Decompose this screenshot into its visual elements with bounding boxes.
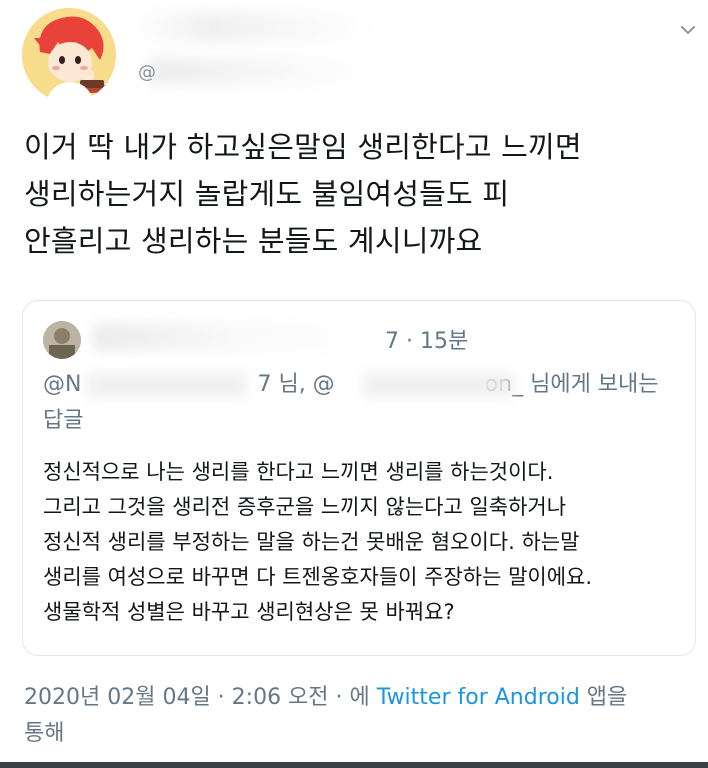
quoted-body-line: 정신적으로 나는 생리를 한다고 느끼면 생리를 하는것이다. (43, 460, 554, 484)
quoted-name-redacted (93, 323, 373, 351)
quoted-body: 정신적으로 나는 생리를 한다고 느끼면 생리를 하는것이다. 그리고 그것을 … (43, 455, 683, 630)
tweet-text-line: 안흘리고 생리하는 분들도 계시니까요 (24, 224, 483, 258)
reply-prefix: @N (43, 372, 82, 397)
avatar[interactable] (22, 8, 116, 102)
meta-line-1: 2020년 02월 04일 · 2:06 오전 · 에 Twitter for … (24, 680, 694, 716)
quoted-tweet[interactable]: 7 · 15분 @N 7 님, @ on_ 님에게 보내는 답글 정신적으로 나는 … (22, 300, 696, 656)
tweet: @ 이거 딱 내가 하고싶은말임 생리한다고 느끼면 생리하는거지 놀랍게도 불… (0, 0, 708, 768)
reply-mid: 7 님, @ (257, 372, 335, 397)
tweet-date: 2020년 02월 04일 · 2:06 오전 · 에 (24, 685, 377, 710)
quoted-avatar (43, 321, 81, 359)
quoted-timestamp: 7 · 15분 (385, 329, 469, 354)
quoted-body-line: 생리를 여성으로 바꾸면 다 트젠옹호자들이 주장하는 말이에요. (43, 565, 593, 589)
reply-handle-redacted (87, 373, 247, 397)
chevron-down-icon[interactable] (678, 20, 698, 40)
quoted-body-line: 정신적 생리를 부정하는 말을 하는건 못배운 혐오이다. 하는말 (43, 530, 580, 554)
reply-handle-redacted (363, 373, 513, 397)
meta-after-source: 앱을 (579, 685, 628, 710)
source-link[interactable]: Twitter for Android (377, 685, 580, 710)
reply-line2: 답글 (43, 408, 84, 433)
display-name-redacted (132, 12, 372, 42)
handle-at-sign: @ (138, 62, 156, 83)
tweet-metadata: 2020년 02월 04일 · 2:06 오전 · 에 Twitter for … (24, 680, 694, 752)
meta-line-2: 통해 (24, 721, 65, 746)
tweet-text-line: 생리하는거지 놀랍게도 불임여성들도 피 (24, 177, 510, 211)
quoted-body-line: 생물학적 성별은 바꾸고 생리현상은 못 바꿔요? (43, 600, 455, 624)
handle-redacted (150, 58, 370, 84)
quoted-body-line: 그리고 그것을 생리전 증후군을 느끼지 않는다고 일축하거나 (43, 495, 567, 519)
bottom-divider (0, 762, 708, 768)
tweet-text: 이거 딱 내가 하고싶은말임 생리한다고 느끼면 생리하는거지 놀랍게도 불임여… (24, 124, 694, 265)
tweet-text-line: 이거 딱 내가 하고싶은말임 생리한다고 느끼면 (24, 130, 582, 164)
cartoon-avatar-icon (22, 8, 116, 102)
